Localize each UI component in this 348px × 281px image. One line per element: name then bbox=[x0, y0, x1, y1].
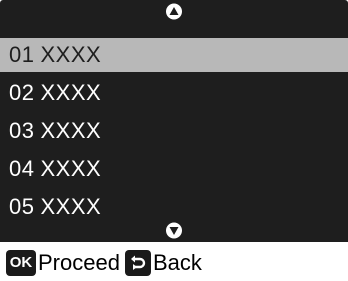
menu-list: 01 XXXX 02 XXXX 03 XXXX 04 XXXX 05 XXXX bbox=[0, 38, 348, 228]
item-number: 04 bbox=[9, 156, 35, 181]
proceed-label: Proceed bbox=[38, 249, 120, 275]
back-key-icon bbox=[124, 249, 151, 276]
item-label: XXXX bbox=[40, 118, 102, 143]
menu-panel: 01 XXXX 02 XXXX 03 XXXX 04 XXXX 05 XXXX bbox=[0, 0, 348, 242]
item-label: XXXX bbox=[40, 156, 102, 181]
list-item[interactable]: 03 XXXX bbox=[0, 114, 348, 148]
list-item[interactable]: 01 XXXX bbox=[0, 38, 348, 72]
scroll-down-icon[interactable] bbox=[166, 222, 183, 239]
item-number: 02 bbox=[9, 80, 35, 105]
item-label: XXXX bbox=[40, 194, 102, 219]
item-label: XXXX bbox=[40, 80, 102, 105]
list-item[interactable]: 02 XXXX bbox=[0, 76, 348, 110]
item-number: 01 bbox=[9, 42, 35, 67]
back-label: Back bbox=[152, 249, 202, 275]
scroll-up-icon[interactable] bbox=[166, 3, 183, 20]
item-number: 05 bbox=[9, 194, 35, 219]
list-item[interactable]: 05 XXXX bbox=[0, 190, 348, 224]
list-item[interactable]: 04 XXXX bbox=[0, 152, 348, 186]
ok-key-icon: OK bbox=[6, 249, 36, 276]
back-hint[interactable]: Back bbox=[124, 249, 202, 276]
return-arrow-icon bbox=[130, 255, 146, 270]
item-number: 03 bbox=[9, 118, 35, 143]
key-hints-bar: OK Proceed Back bbox=[0, 244, 348, 281]
item-label: XXXX bbox=[40, 42, 102, 67]
lcd-screen: 01 XXXX 02 XXXX 03 XXXX 04 XXXX 05 XXXX bbox=[0, 0, 348, 281]
proceed-hint[interactable]: OK Proceed bbox=[6, 249, 120, 276]
